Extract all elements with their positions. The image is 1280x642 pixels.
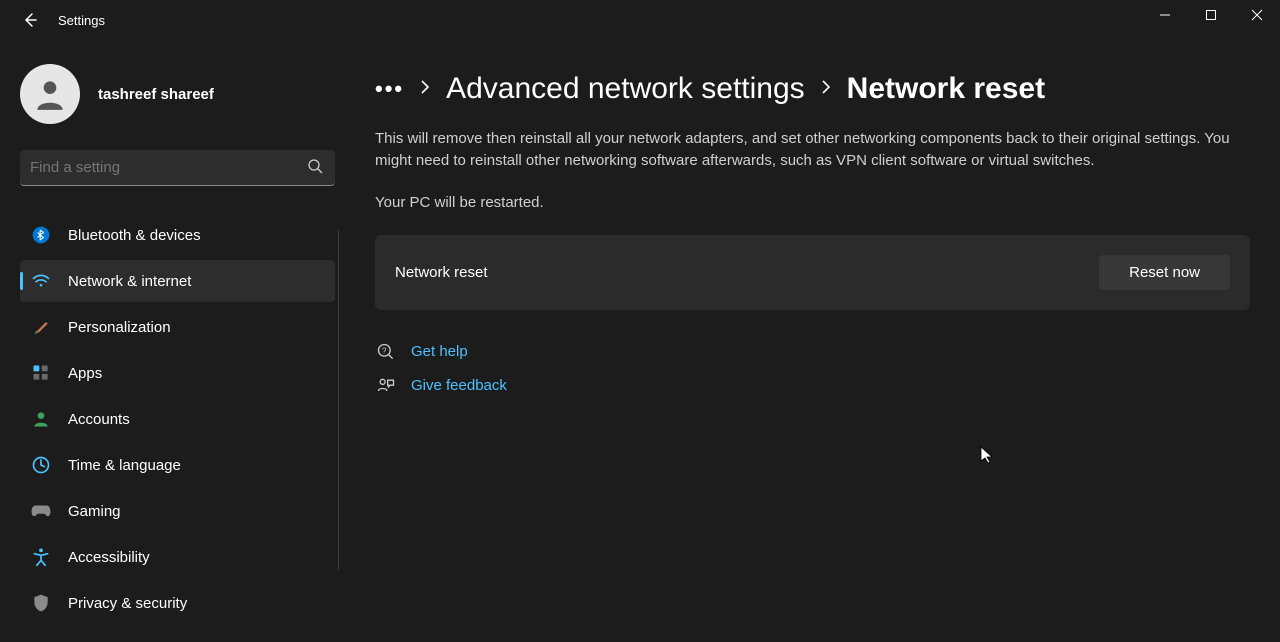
sidebar-item-accounts[interactable]: Accounts xyxy=(20,398,335,440)
sidebar-item-privacy-security[interactable]: Privacy & security xyxy=(20,582,335,624)
sidebar-item-bluetooth-devices[interactable]: Bluetooth & devices xyxy=(20,214,335,256)
sidebar-item-label: Apps xyxy=(68,365,102,382)
main-content: ••• Advanced network settings Network re… xyxy=(335,40,1280,642)
link-label: Get help xyxy=(411,343,468,360)
feedback-icon xyxy=(375,376,397,396)
bluetooth-icon xyxy=(30,224,52,246)
give-feedback-link[interactable]: Give feedback xyxy=(375,376,1250,396)
person-icon xyxy=(30,408,52,430)
maximize-button[interactable] xyxy=(1188,0,1234,30)
sidebar-item-label: Network & internet xyxy=(68,273,191,290)
sidebar-item-label: Privacy & security xyxy=(68,595,187,612)
sidebar-item-label: Bluetooth & devices xyxy=(68,227,201,244)
wifi-icon xyxy=(30,270,52,292)
sidebar-item-label: Personalization xyxy=(68,319,171,336)
minimize-button[interactable] xyxy=(1142,0,1188,30)
sidebar-divider xyxy=(338,230,339,570)
chevron-right-icon xyxy=(420,80,430,99)
description-text: This will remove then reinstall all your… xyxy=(375,128,1245,172)
help-icon: ? xyxy=(375,342,397,362)
user-name: tashreef shareef xyxy=(98,86,214,103)
chevron-right-icon xyxy=(821,80,831,99)
restart-note: Your PC will be restarted. xyxy=(375,194,1250,211)
apps-icon xyxy=(30,362,52,384)
search-icon xyxy=(307,158,325,176)
sidebar-item-apps[interactable]: Apps xyxy=(20,352,335,394)
gamepad-icon xyxy=(30,500,52,522)
search-input[interactable] xyxy=(20,150,335,185)
clock-globe-icon xyxy=(30,454,52,476)
reset-now-button[interactable]: Reset now xyxy=(1099,255,1230,290)
brush-icon xyxy=(30,316,52,338)
sidebar-item-label: Accessibility xyxy=(68,549,150,566)
close-button[interactable] xyxy=(1234,0,1280,30)
network-reset-card: Network reset Reset now xyxy=(375,235,1250,310)
shield-icon xyxy=(30,592,52,614)
sidebar-item-network-internet[interactable]: Network & internet xyxy=(20,260,335,302)
breadcrumb-overflow[interactable]: ••• xyxy=(375,76,404,102)
sidebar: tashreef shareef Bluetooth & devices Net… xyxy=(0,40,335,642)
mouse-cursor xyxy=(980,446,994,469)
back-button[interactable] xyxy=(20,10,40,30)
get-help-link[interactable]: ? Get help xyxy=(375,342,1250,362)
sidebar-item-gaming[interactable]: Gaming xyxy=(20,490,335,532)
avatar xyxy=(20,64,80,124)
search-box[interactable] xyxy=(20,150,335,186)
sidebar-item-time-language[interactable]: Time & language xyxy=(20,444,335,486)
svg-text:?: ? xyxy=(382,345,387,355)
user-block[interactable]: tashreef shareef xyxy=(20,64,335,124)
sidebar-item-personalization[interactable]: Personalization xyxy=(20,306,335,348)
accessibility-icon xyxy=(30,546,52,568)
sidebar-item-accessibility[interactable]: Accessibility xyxy=(20,536,335,578)
app-title: Settings xyxy=(58,13,105,28)
sidebar-item-label: Gaming xyxy=(68,503,121,520)
breadcrumb: ••• Advanced network settings Network re… xyxy=(375,72,1250,106)
breadcrumb-current: Network reset xyxy=(847,72,1045,106)
link-label: Give feedback xyxy=(411,377,507,394)
sidebar-item-label: Accounts xyxy=(68,411,130,428)
sidebar-item-label: Time & language xyxy=(68,457,181,474)
card-label: Network reset xyxy=(395,264,488,281)
breadcrumb-parent[interactable]: Advanced network settings xyxy=(446,72,805,106)
